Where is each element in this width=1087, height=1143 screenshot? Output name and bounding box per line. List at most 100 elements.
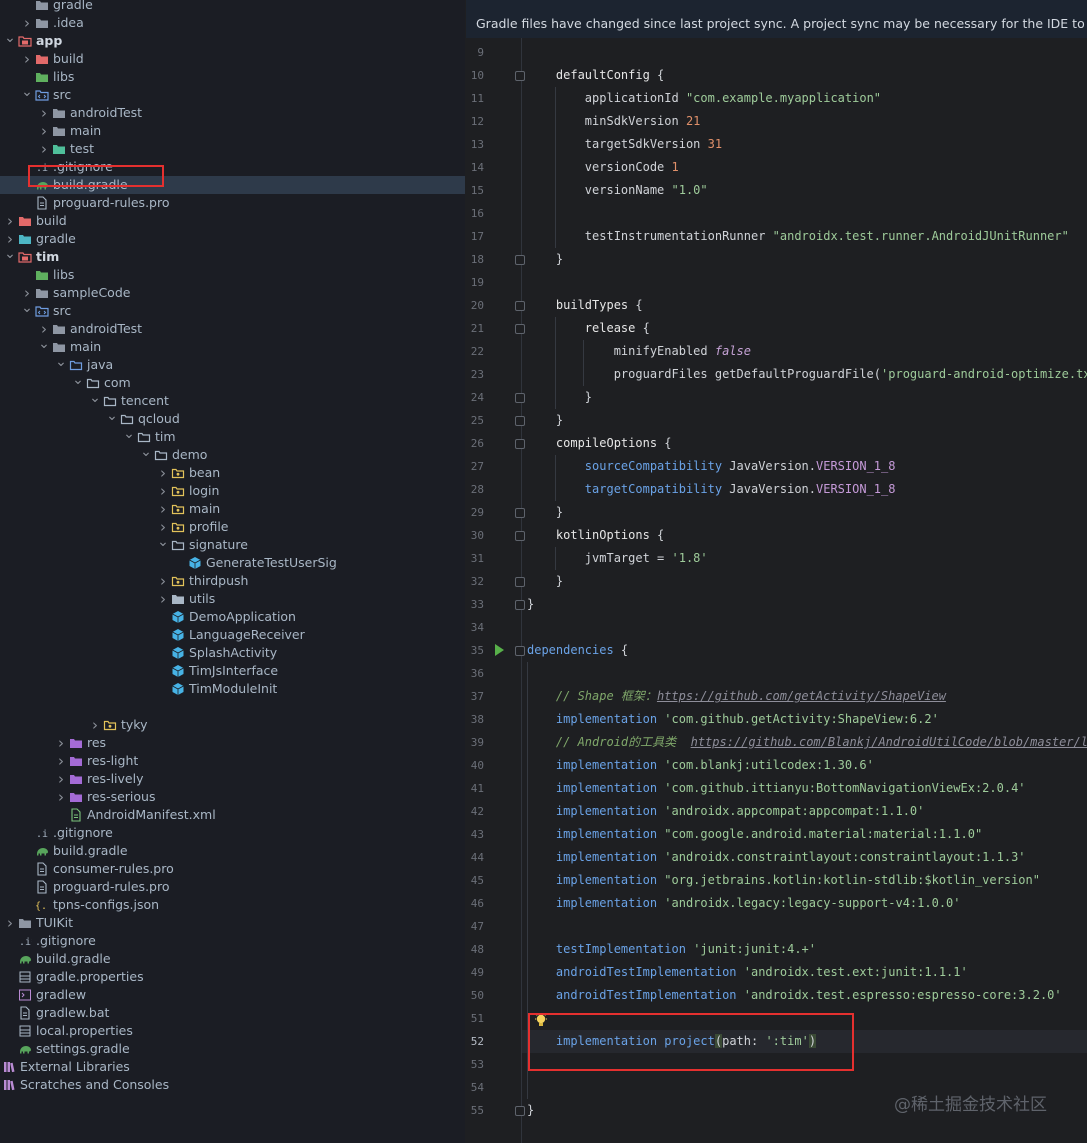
tree-row[interactable]: › res-serious: [0, 788, 465, 806]
tree-row[interactable]: proguard-rules.pro: [0, 194, 465, 212]
tree-row[interactable]: TimModuleInit: [0, 680, 465, 698]
chevron-down-icon[interactable]: ⌄: [21, 85, 33, 104]
tree-row[interactable]: › utils: [0, 590, 465, 608]
tree-row[interactable]: › .idea: [0, 14, 465, 32]
tree-row[interactable]: › res-lively: [0, 770, 465, 788]
chevron-right-icon[interactable]: ›: [21, 50, 33, 68]
fold-marker-icon[interactable]: [515, 439, 525, 449]
tree-row[interactable]: .i* .gitignore: [0, 824, 465, 842]
chevron-right-icon[interactable]: ›: [89, 716, 101, 734]
chevron-down-icon[interactable]: ⌄: [4, 31, 16, 50]
code-line[interactable]: dependencies {: [527, 639, 628, 662]
tree-row[interactable]: TimJsInterface: [0, 662, 465, 680]
tree-row[interactable]: AndroidManifest.xml: [0, 806, 465, 824]
fold-marker-icon[interactable]: [515, 600, 525, 610]
chevron-right-icon[interactable]: ›: [55, 788, 67, 806]
tree-row[interactable]: DemoApplication: [0, 608, 465, 626]
code-line[interactable]: implementation 'com.github.getActivity:S…: [527, 708, 939, 731]
tree-row[interactable]: build.gradle: [0, 842, 465, 860]
chevron-right-icon[interactable]: ›: [55, 734, 67, 752]
code-line[interactable]: compileOptions {: [527, 432, 672, 455]
tree-row[interactable]: › bean: [0, 464, 465, 482]
fold-marker-icon[interactable]: [515, 1106, 525, 1116]
code-line[interactable]: release {: [527, 317, 650, 340]
tree-row[interactable]: ⌄ java: [0, 355, 465, 374]
chevron-right-icon[interactable]: ›: [157, 572, 169, 590]
tree-row[interactable]: › main: [0, 500, 465, 518]
tree-row[interactable]: libs: [0, 266, 465, 284]
tree-row[interactable]: › sampleCode: [0, 284, 465, 302]
tree-row[interactable]: › thirdpush: [0, 572, 465, 590]
fold-marker-icon[interactable]: [515, 71, 525, 81]
tree-row[interactable]: proguard-rules.pro: [0, 878, 465, 896]
code-line[interactable]: }: [527, 409, 563, 432]
chevron-down-icon[interactable]: ⌄: [4, 247, 16, 266]
chevron-down-icon[interactable]: ⌄: [89, 391, 101, 410]
fold-marker-icon[interactable]: [515, 301, 525, 311]
tree-row[interactable]: › main: [0, 122, 465, 140]
fold-marker-icon[interactable]: [515, 508, 525, 518]
code-line[interactable]: }: [527, 1099, 534, 1122]
code-editor[interactable]: Gradle files have changed since last pro…: [466, 0, 1087, 1143]
code-line[interactable]: }: [527, 386, 592, 409]
tree-row[interactable]: External Libraries: [0, 1058, 465, 1076]
chevron-right-icon[interactable]: ›: [21, 14, 33, 32]
code-line[interactable]: sourceCompatibility JavaVersion.VERSION_…: [527, 455, 896, 478]
code-line[interactable]: implementation 'androidx.constraintlayou…: [527, 846, 1026, 869]
tree-row[interactable]: ⌄ src: [0, 301, 465, 320]
tree-row[interactable]: › build: [0, 50, 465, 68]
fold-marker-icon[interactable]: [515, 416, 525, 426]
code-line[interactable]: androidTestImplementation 'androidx.test…: [527, 961, 968, 984]
tree-row[interactable]: › build: [0, 212, 465, 230]
tree-row[interactable]: gradlew: [0, 986, 465, 1004]
tree-row[interactable]: gradle.properties: [0, 968, 465, 986]
tree-row[interactable]: ⌄ com: [0, 373, 465, 392]
tree-row[interactable]: ⌄ src: [0, 85, 465, 104]
chevron-down-icon[interactable]: ⌄: [106, 409, 118, 428]
tree-row[interactable]: › androidTest: [0, 104, 465, 122]
chevron-down-icon[interactable]: ⌄: [140, 445, 152, 464]
tree-row[interactable]: libs: [0, 68, 465, 86]
code-line[interactable]: implementation "org.jetbrains.kotlin:kot…: [527, 869, 1040, 892]
code-line[interactable]: testInstrumentationRunner "androidx.test…: [527, 225, 1069, 248]
code-line[interactable]: // Shape 框架：https://github.com/getActivi…: [527, 685, 946, 708]
code-line[interactable]: minifyEnabled false: [527, 340, 751, 363]
tree-row[interactable]: ⌄ tim: [0, 247, 465, 266]
chevron-right-icon[interactable]: ›: [4, 914, 16, 932]
chevron-right-icon[interactable]: ›: [157, 500, 169, 518]
code-line[interactable]: implementation 'com.github.ittianyu:Bott…: [527, 777, 1026, 800]
fold-marker-icon[interactable]: [515, 577, 525, 587]
code-line[interactable]: versionCode 1: [527, 156, 679, 179]
chevron-right-icon[interactable]: ›: [157, 590, 169, 608]
chevron-right-icon[interactable]: ›: [4, 212, 16, 230]
code-line[interactable]: minSdkVersion 21: [527, 110, 701, 133]
tree-row[interactable]: consumer-rules.pro: [0, 860, 465, 878]
chevron-down-icon[interactable]: ⌄: [123, 427, 135, 446]
fold-marker-icon[interactable]: [515, 393, 525, 403]
chevron-down-icon[interactable]: ⌄: [55, 355, 67, 374]
chevron-down-icon[interactable]: ⌄: [157, 535, 169, 554]
chevron-right-icon[interactable]: ›: [55, 770, 67, 788]
chevron-right-icon[interactable]: ›: [38, 140, 50, 158]
tree-row[interactable]: {..} tpns-configs.json: [0, 896, 465, 914]
fold-marker-icon[interactable]: [515, 255, 525, 265]
tree-row[interactable]: › androidTest: [0, 320, 465, 338]
tree-row[interactable]: .i* .gitignore: [0, 932, 465, 950]
tree-row[interactable]: ⌄ signature: [0, 535, 465, 554]
chevron-right-icon[interactable]: ›: [157, 464, 169, 482]
tree-row[interactable]: GenerateTestUserSig: [0, 554, 465, 572]
code-line[interactable]: implementation 'com.blankj:utilcodex:1.3…: [527, 754, 874, 777]
tree-row[interactable]: build.gradle: [0, 950, 465, 968]
code-line[interactable]: buildTypes {: [527, 294, 643, 317]
code-line[interactable]: defaultConfig {: [527, 64, 664, 87]
code-line[interactable]: applicationId "com.example.myapplication…: [527, 87, 881, 110]
tree-row[interactable]: › test: [0, 140, 465, 158]
chevron-right-icon[interactable]: ›: [55, 752, 67, 770]
tree-row[interactable]: › gradle: [0, 230, 465, 248]
tree-row[interactable]: gradlew.bat: [0, 1004, 465, 1022]
code-line[interactable]: }: [527, 593, 534, 616]
code-line[interactable]: kotlinOptions {: [527, 524, 664, 547]
fold-marker-icon[interactable]: [515, 531, 525, 541]
tree-row[interactable]: ⌄ app: [0, 31, 465, 50]
code-line[interactable]: targetCompatibility JavaVersion.VERSION_…: [527, 478, 896, 501]
